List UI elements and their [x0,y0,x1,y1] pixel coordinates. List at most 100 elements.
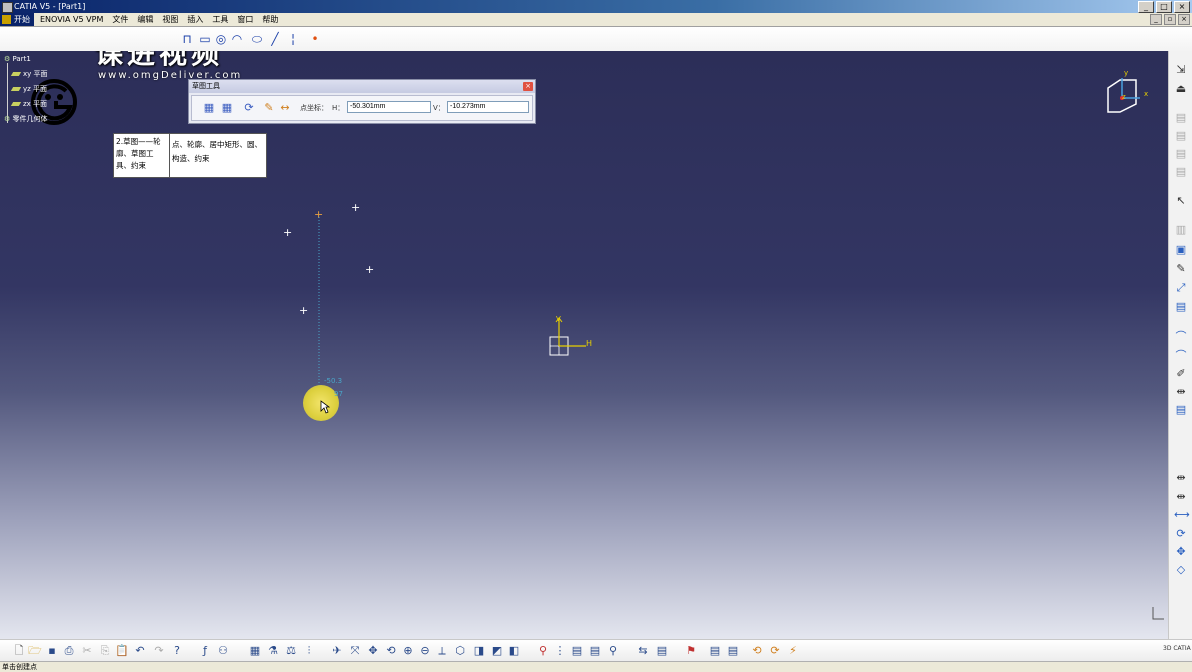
tree-item-yz-plane[interactable]: yz 平面 [10,84,47,94]
doc-restore-button[interactable]: ▫ [1164,14,1176,25]
constraint-icon[interactable]: ▣ [1174,243,1188,257]
normal-view-icon[interactable]: ⟂ [435,644,449,658]
doc-minimize-button[interactable]: _ [1150,14,1162,25]
open-icon[interactable]: 🗁 [28,644,42,658]
tree-item-zx-plane[interactable]: zx 平面 [10,99,47,109]
knowledge-icon[interactable]: ⚇ [216,644,230,658]
translate-icon[interactable]: ⟷ [1174,508,1190,522]
constraint-display-icon[interactable]: ⋮ [553,644,567,658]
sketch-analysis-icon[interactable]: ⚲ [536,644,550,658]
new-icon[interactable]: 🗋 [12,644,26,658]
trim-icon[interactable]: ✐ [1174,367,1188,381]
cut-icon[interactable]: ✂ [80,644,94,658]
profile-feature-icon[interactable]: ▤ [726,644,740,658]
sketch-point[interactable]: + [365,264,374,275]
cut-part-icon[interactable]: ⚲ [606,644,620,658]
mirror2-icon[interactable]: ⇹ [1174,471,1188,485]
menu-tools[interactable]: 工具 [212,13,228,26]
iso-view-icon[interactable]: ⬡ [453,644,467,658]
3d-viewport[interactable]: 课进视频 www.omgDeliver.com ⚙ Part1 xy 平面 yz… [0,51,1168,639]
dimension-icon[interactable]: ⤢ [1174,281,1188,295]
axis-icon[interactable]: ¦ [286,33,300,45]
measure-icon[interactable]: ⚖ [284,644,298,658]
rotate-view-icon[interactable]: ⟲ [384,644,398,658]
zoom-out-icon[interactable]: ⊖ [418,644,432,658]
menu-window[interactable]: 窗口 [237,13,253,26]
tools-icon[interactable]: ⫶ [302,644,316,658]
line-icon[interactable]: ╱ [268,33,282,45]
pan-icon[interactable]: ✥ [366,644,380,658]
fit-all-icon[interactable]: ⤧ [348,644,362,658]
sketch-point[interactable]: + [351,202,360,213]
arc-icon[interactable]: ◠ [230,33,244,45]
menu-help[interactable]: 帮助 [262,13,278,26]
minimize-button[interactable]: _ [1138,1,1154,13]
select-icon[interactable]: ↖ [1174,194,1188,208]
diagnosis-icon[interactable]: ▤ [570,644,584,658]
menu-edit[interactable]: 编辑 [137,13,153,26]
offset-icon[interactable]: ◇ [1174,563,1188,577]
close-button[interactable]: × [1174,1,1190,13]
workbench-icon[interactable]: ⏏ [1174,82,1188,96]
copy-icon[interactable]: ⎘ [98,644,112,658]
fly-mode-icon[interactable]: ✈ [330,644,344,658]
dimensional-constraints-icon[interactable]: ↔ [278,101,292,115]
menu-start[interactable]: 开始 [0,13,34,26]
sketch-point[interactable]: + [299,305,308,316]
zoom-in-icon[interactable]: ⊕ [401,644,415,658]
redo-icon[interactable]: ↷ [152,644,166,658]
print-icon[interactable]: ⎙ [62,644,76,658]
profile-icon[interactable]: ⊓ [180,33,194,45]
panel-close-button[interactable]: × [523,82,533,91]
hide-show-icon[interactable]: ◩ [490,644,504,658]
rotate-icon[interactable]: ⟳ [1174,527,1188,541]
sketch-point[interactable]: + [283,227,292,238]
menu-file[interactable]: 文件 [112,13,128,26]
tree-root[interactable]: ⚙ Part1 [4,55,31,63]
paste-icon[interactable]: 📋 [115,644,129,658]
tree-item-xy-plane[interactable]: xy 平面 [10,69,48,79]
output-feature-icon[interactable]: ▤ [708,644,722,658]
v-coordinate-input[interactable] [447,101,529,113]
constraint-icon-c[interactable]: ⚡ [786,644,800,658]
geometric-constraints-icon[interactable]: ✎ [262,101,276,115]
pencil-icon[interactable]: ✎ [1174,262,1188,276]
mirror-icon[interactable]: ⇹ [1174,385,1188,399]
point-icon[interactable]: • [308,33,322,45]
save-icon[interactable]: ▪ [45,644,59,658]
constraint-icon-a[interactable]: ⟲ [750,644,764,658]
menu-insert[interactable]: 插入 [187,13,203,26]
constraint-icon-b[interactable]: ⟳ [768,644,782,658]
formula-icon[interactable]: ƒ [198,644,212,658]
tree-item-body[interactable]: ⚙ 零件几何体 [4,114,48,124]
project-icon[interactable]: ▤ [1174,403,1188,417]
analysis-icon[interactable]: ⚗ [266,644,280,658]
scale-icon[interactable]: ✥ [1174,545,1188,559]
doc-close-button[interactable]: × [1178,14,1190,25]
compass-icon[interactable] [1100,68,1160,118]
no-3d-icon[interactable]: ⚑ [684,644,698,658]
undo-icon[interactable]: ↶ [133,644,147,658]
menu-enovia[interactable]: ENOVIA V5 VPM [40,13,103,26]
grid-display-icon[interactable]: ⇆ [636,644,650,658]
circle-icon[interactable]: ◎ [214,33,228,45]
grid-icon[interactable]: ▦ [202,101,216,115]
shading-icon[interactable]: ◨ [472,644,486,658]
corner-icon[interactable]: ⌒ [1174,330,1188,344]
chamfer-icon[interactable]: ⌒ [1174,349,1188,363]
ellipse-icon[interactable]: ⬭ [250,33,264,45]
dimension-display-icon[interactable]: ▤ [588,644,602,658]
exit-workbench-icon[interactable]: ⇲ [1174,63,1188,77]
whats-this-icon[interactable]: ? [170,644,184,658]
visualization-icon[interactable]: ▤ [655,644,669,658]
menu-view[interactable]: 视图 [162,13,178,26]
table-icon[interactable]: ▦ [248,644,262,658]
animate-icon[interactable]: ▤ [1174,300,1188,314]
maximize-button[interactable]: □ [1156,1,1172,13]
construction-element-icon[interactable]: ⟳ [242,101,256,115]
h-coordinate-input[interactable] [347,101,431,113]
swap-space-icon[interactable]: ◧ [507,644,521,658]
rectangle-icon[interactable]: ▭ [198,33,212,45]
sketch-tools-header[interactable]: 草图工具 × [189,80,535,93]
snap-to-point-icon[interactable]: ▦ [220,101,234,115]
